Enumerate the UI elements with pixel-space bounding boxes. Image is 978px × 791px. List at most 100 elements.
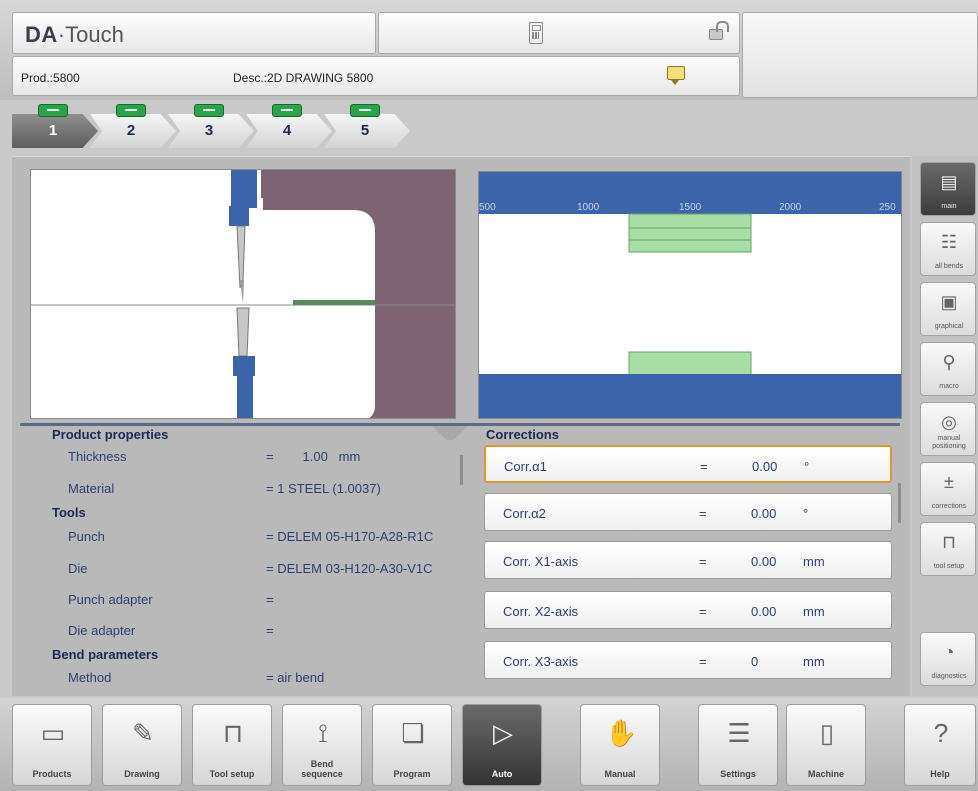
- punch-holder: [229, 206, 249, 226]
- side-button-manual-positioning[interactable]: ◎ manual positioning: [920, 402, 976, 456]
- bend-sequence-icon: ⟟: [318, 718, 328, 748]
- punch-adapter-label: Punch adapter: [68, 592, 153, 607]
- machine-top-view[interactable]: 500 1000 1500 2000 250: [478, 171, 902, 419]
- side-button-all-bends[interactable]: ☷ all bends: [920, 222, 976, 276]
- die-adapter-value: =: [266, 623, 274, 638]
- die-value: = DELEM 03-H120-A30-V1C: [266, 561, 433, 576]
- lower-beam: [237, 376, 253, 418]
- side-toolbar: ▤ main ☷ all bends ▣ graphical ⚲ macro ◎…: [912, 156, 978, 696]
- main-panel: 500 1000 1500 2000 250 Product propertie…: [12, 156, 910, 696]
- brand-logo: DA·Touch: [25, 22, 124, 47]
- play-icon: ▷: [493, 718, 513, 748]
- gauge-icon: ◔: [943, 642, 955, 662]
- correction-row-x1[interactable]: Corr. X1-axis = 0.00 mm: [484, 541, 892, 579]
- plus-minus-icon: ±: [944, 472, 954, 492]
- settings-list-icon: ☰: [727, 718, 751, 748]
- message-area: [742, 12, 978, 98]
- nav-auto[interactable]: ▷ Auto: [462, 704, 542, 786]
- calculator-icon[interactable]: [529, 22, 543, 44]
- bend-down-icon: [116, 104, 146, 117]
- die-holder: [233, 356, 255, 376]
- side-button-corrections[interactable]: ± corrections: [920, 462, 976, 516]
- material-label: Material: [68, 481, 115, 496]
- punch-adapter-value: =: [266, 592, 274, 607]
- bend-step-tabs: 1 2 3 4 5: [12, 104, 432, 152]
- brand-box: DA·Touch: [12, 12, 376, 54]
- bottom-navigation: ▭ Products ✎ Drawing ⊓ Tool setup ⟟ Bend…: [0, 698, 978, 791]
- bend-step-tab-3[interactable]: 3: [168, 104, 254, 152]
- product-id: Prod.:5800: [21, 71, 80, 85]
- bend-step-tab-5[interactable]: 5: [324, 104, 410, 152]
- tool-setup-icon: ⊓: [941, 532, 957, 552]
- material-value: = 1 STEEL (1.0037): [266, 481, 381, 496]
- side-button-tool-setup[interactable]: ⊓ tool setup: [920, 522, 976, 576]
- die-adapter-label: Die adapter: [68, 623, 136, 638]
- magnifier-icon: ⚲: [942, 352, 956, 372]
- correction-row-alpha2[interactable]: Corr.α2 = 0.00 °: [484, 493, 892, 531]
- punch-tool: [236, 225, 246, 289]
- product-description: Desc.:2D DRAWING 5800: [233, 71, 374, 85]
- cross-section-view[interactable]: [30, 169, 456, 419]
- pencil-icon: ✎: [132, 718, 154, 748]
- upper-beam-top: [231, 170, 257, 208]
- machine-frame-profile: [261, 170, 455, 418]
- bend-step-tab-2[interactable]: 2: [90, 104, 176, 152]
- corrections-title: Corrections: [486, 427, 559, 442]
- nav-settings[interactable]: ☰ Settings: [698, 704, 778, 786]
- corrections-scrollbar[interactable]: [898, 483, 901, 523]
- die-label: Die: [68, 561, 88, 576]
- split-view-icon: ▤: [940, 172, 958, 192]
- hand-icon: ✋: [605, 718, 638, 748]
- status-icon-box: [378, 12, 740, 54]
- bend-up-icon: [38, 104, 68, 117]
- lower-beam-plate: [479, 374, 901, 418]
- correction-row-x3[interactable]: Corr. X3-axis = 0 mm: [484, 641, 892, 679]
- nav-tool-setup[interactable]: ⊓ Tool setup: [192, 704, 272, 786]
- table-icon: ☷: [940, 232, 958, 252]
- nav-products[interactable]: ▭ Products: [12, 704, 92, 786]
- cross-section-drawing: [31, 170, 455, 418]
- nav-manual[interactable]: ✋ Manual: [580, 704, 660, 786]
- properties-scrollbar[interactable]: [460, 455, 463, 485]
- thickness-label: Thickness: [68, 449, 127, 464]
- nav-help[interactable]: ? Help: [904, 704, 976, 786]
- bend-step-tab-4[interactable]: 4: [246, 104, 332, 152]
- lower-tool-segment: [628, 351, 752, 377]
- bend-step-tab-1[interactable]: 1: [12, 104, 98, 152]
- product-properties-panel: Product properties Thickness = 1.00 mm M…: [30, 427, 460, 687]
- tool-setup-icon: ⊓: [222, 718, 244, 748]
- note-icon[interactable]: [667, 66, 685, 85]
- bend-down-icon: [350, 104, 380, 117]
- section-title-bend-parameters: Bend parameters: [52, 647, 159, 662]
- bend-down-icon: [272, 104, 302, 117]
- die-tool: [236, 307, 250, 357]
- machine-icon: ▯: [819, 718, 835, 748]
- method-label: Method: [68, 670, 112, 685]
- nav-bend-sequence[interactable]: ⟟ Bend sequence: [282, 704, 362, 786]
- side-button-macro[interactable]: ⚲ macro: [920, 342, 976, 396]
- sheet-part: [293, 300, 375, 305]
- nav-drawing[interactable]: ✎ Drawing: [102, 704, 182, 786]
- section-title-product-properties: Product properties: [52, 427, 169, 442]
- unlocked-padlock-icon[interactable]: [709, 21, 729, 40]
- correction-row-alpha1[interactable]: Corr.α1 = 0.00 °: [484, 445, 892, 483]
- dial-icon: ◎: [941, 412, 957, 432]
- bend-down-icon: [194, 104, 224, 117]
- nav-program[interactable]: ❏ Program: [372, 704, 452, 786]
- document-stack-icon: ❏: [401, 718, 425, 748]
- folder-icon: ▭: [40, 718, 66, 748]
- punch-tip: [240, 280, 244, 304]
- method-value: = air bend: [266, 670, 325, 685]
- upper-tool-segment: [628, 213, 752, 253]
- product-info-bar: Prod.:5800 Desc.:2D DRAWING 5800: [12, 56, 740, 96]
- side-button-main[interactable]: ▤ main: [920, 162, 976, 216]
- nav-machine[interactable]: ▯ Machine: [786, 704, 866, 786]
- section-title-tools: Tools: [52, 505, 86, 520]
- help-icon: ?: [933, 718, 949, 748]
- top-bar: DA·Touch Prod.:5800 Desc.:2D DRAWING 580…: [0, 0, 978, 100]
- graphical-icon: ▣: [940, 292, 958, 312]
- correction-row-x2[interactable]: Corr. X2-axis = 0.00 mm: [484, 591, 892, 629]
- punch-value: = DELEM 05-H170-A28-R1C: [266, 529, 434, 544]
- side-button-graphical[interactable]: ▣ graphical: [920, 282, 976, 336]
- side-button-diagnostics[interactable]: ◔ diagnostics: [920, 632, 976, 686]
